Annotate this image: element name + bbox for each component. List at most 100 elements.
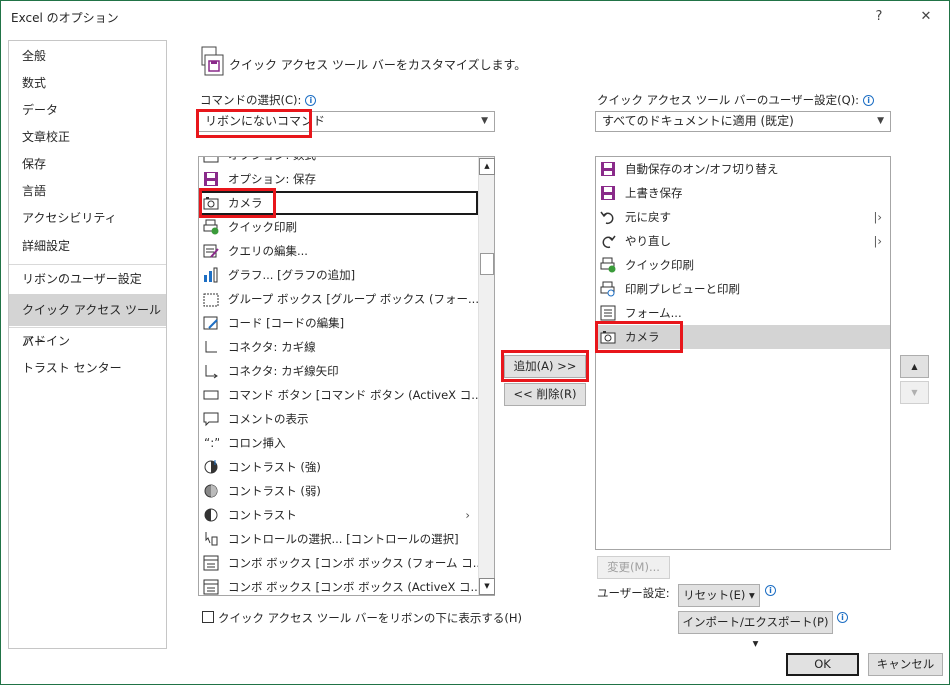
help-button[interactable]: ? [869,7,889,27]
commands-scrollbar[interactable]: ▲ ▼ [478,157,495,595]
info-icon[interactable]: i [305,95,317,106]
list-item-label: コンボ ボックス [コンボ ボックス (ActiveX コ... [228,580,478,594]
cancel-button[interactable]: キャンセル [868,653,943,676]
list-item[interactable]: フォーム... [596,301,890,325]
scroll-up-icon[interactable]: ▲ [479,158,495,175]
list-item[interactable]: コントロールの選択... [コントロールの選択] [199,527,478,551]
scroll-thumb[interactable] [480,253,494,275]
available-commands-list[interactable]: オプション: 数式オプション: 保存カメラクイック印刷クエリの編集... グラフ.… [198,156,495,596]
list-item[interactable]: 自動保存のオン/オフ切り替え [596,157,890,181]
ok-button[interactable]: OK [786,653,859,676]
list-item[interactable]: クイック印刷 [199,215,478,239]
list-item[interactable]: グラフ... [グラフの追加] [199,263,478,287]
nav-item-formulas[interactable]: 数式 [9,70,166,97]
combo-box-activex-icon [203,579,219,595]
list-item-label: コントラスト (強) [228,460,321,474]
nav-item-accessibility[interactable]: アクセシビリティ [9,205,166,232]
nav-item-trust-center[interactable]: トラスト センター [9,355,166,382]
move-up-button[interactable]: ▲ [900,355,929,378]
options-nav: 全般 数式 データ 文章校正 保存 言語 アクセシビリティ 詳細設定 リボンのユ… [8,40,167,649]
close-button[interactable]: ✕ [916,7,936,27]
list-item[interactable]: コメントの表示 [199,407,478,431]
list-item-label: コネクタ: カギ線 [228,340,316,354]
list-item[interactable]: コマンド ボタン [コマンド ボタン (ActiveX コ... [199,383,478,407]
list-item[interactable]: オプション: 数式 [199,157,478,167]
options-icon [203,157,219,163]
svg-text:“:”: “:” [204,436,219,450]
list-item-label: コントロールの選択... [コントロールの選択] [228,532,459,546]
list-item-label: 印刷プレビューと印刷 [625,282,740,296]
show-below-ribbon-checkbox[interactable] [202,611,214,623]
nav-item-save[interactable]: 保存 [9,151,166,178]
remove-button[interactable]: << 削除(R) [504,383,586,406]
info-icon[interactable]: i [837,612,848,623]
print-preview-icon [600,281,616,297]
move-down-button[interactable]: ▼ [900,381,929,404]
list-item[interactable]: “:” コロン挿入 [199,431,478,455]
reset-button[interactable]: リセット(E) ▾ [678,584,760,607]
list-item[interactable]: クイック印刷 [596,253,890,277]
nav-item-language[interactable]: 言語 [9,178,166,205]
comment-icon [203,411,219,427]
list-item[interactable]: コネクタ: カギ線矢印 [199,359,478,383]
query-edit-icon [203,243,219,259]
list-item[interactable]: コントラスト › [199,503,478,527]
dropdown-arrow-icon: ▼ [877,116,884,126]
list-item[interactable]: コントラスト (強) [199,455,478,479]
show-below-ribbon-label[interactable]: クイック アクセス ツール バーをリボンの下に表示する(H) [218,610,522,626]
submenu-chevron-icon: |› [873,234,882,248]
nav-item-proofing[interactable]: 文章校正 [9,124,166,151]
list-item-label: コロン挿入 [228,436,286,450]
import-export-button[interactable]: インポート/エクスポート(P) ▾ [678,611,833,650]
list-item-label: コネクタ: カギ線矢印 [228,364,339,378]
list-item[interactable]: コード [コードの編集] [199,311,478,335]
scroll-down-icon[interactable]: ▼ [479,578,495,595]
nav-item-customize-ribbon[interactable]: リボンのユーザー設定 [9,266,166,293]
code-icon [203,315,219,331]
info-icon[interactable]: i [863,95,875,106]
form-icon [600,305,616,321]
contrast-icon [203,507,219,523]
list-item[interactable]: やり直し |› [596,229,890,253]
connector-icon [203,339,219,355]
choose-commands-dropdown[interactable]: リボンにないコマンド ▼ [198,111,495,132]
list-item[interactable]: グループ ボックス [グループ ボックス (フォー... [199,287,478,311]
qat-scope-value: すべてのドキュメントに適用 (既定) [602,114,794,128]
nav-item-general[interactable]: 全般 [9,43,166,70]
list-item[interactable]: 印刷プレビューと印刷 [596,277,890,301]
redo-icon [600,233,616,249]
list-item[interactable]: コントラスト (弱) [199,479,478,503]
list-item[interactable]: オプション: 保存 [199,167,478,191]
list-item[interactable]: コネクタ: カギ線 [199,335,478,359]
nav-item-advanced[interactable]: 詳細設定 [9,233,166,260]
info-icon[interactable]: i [765,585,776,596]
list-item[interactable]: カメラ [596,325,890,349]
qat-customize-label: クイック アクセス ツール バーのユーザー設定(Q): i [597,92,875,108]
list-item-label: コード [コードの編集] [228,316,345,330]
add-button[interactable]: 追加(A) >> [504,355,586,378]
qat-scope-dropdown[interactable]: すべてのドキュメントに適用 (既定) ▼ [595,111,891,132]
list-item[interactable]: コンボ ボックス [コンボ ボックス (フォーム コ... [199,551,478,575]
list-item-label: フォーム... [625,306,682,320]
qat-commands-list[interactable]: 自動保存のオン/オフ切り替え上書き保存元に戻す |› やり直し |› クイック印刷印刷プ… [595,156,891,550]
nav-item-data[interactable]: データ [9,97,166,124]
title-bar: Excel のオプション ? ✕ [1,1,949,33]
window-title: Excel のオプション [11,11,119,25]
excel-options-dialog: Excel のオプション ? ✕ 全般 数式 データ 文章校正 保存 言語 アク… [0,0,950,685]
list-item-label: やり直し [625,234,671,248]
list-item[interactable]: クエリの編集... [199,239,478,263]
list-item-label: コメントの表示 [228,412,309,426]
list-item[interactable]: コンボ ボックス [コンボ ボックス (ActiveX コ... [199,575,478,595]
contrast-less-icon [203,483,219,499]
command-button-icon [203,387,219,403]
list-item-label: 上書き保存 [625,186,683,200]
customize-qat-icon [201,46,224,76]
list-item[interactable]: 元に戻す |› [596,205,890,229]
nav-item-quick-access-toolbar[interactable]: クイック アクセス ツール バー [9,294,166,349]
nav-item-addins[interactable]: アドイン [9,328,166,355]
list-item-label: クイック印刷 [228,220,297,234]
camera-icon [600,329,616,345]
modify-button[interactable]: 変更(M)... [597,556,670,579]
list-item[interactable]: 上書き保存 [596,181,890,205]
list-item[interactable]: カメラ [199,191,478,215]
